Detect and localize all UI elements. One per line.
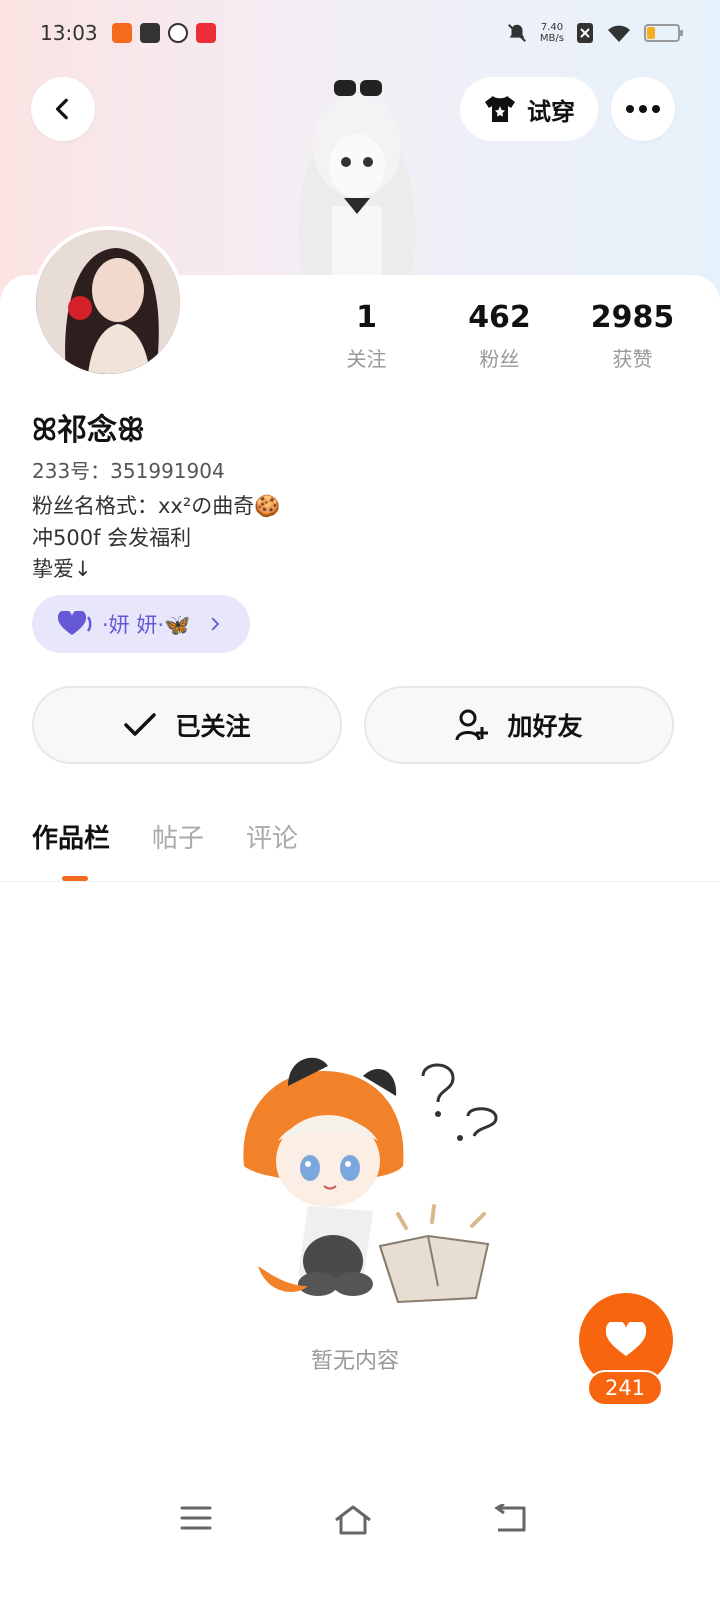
avatar-photo: [36, 230, 180, 374]
more-button[interactable]: [611, 77, 675, 141]
stat-value: 1: [356, 300, 377, 335]
stat-likes[interactable]: 2985 获赞: [566, 300, 699, 372]
chevron-left-icon: [55, 98, 68, 120]
play-icon: [167, 23, 188, 43]
mail-icon: [139, 23, 160, 43]
net-speed-value: 7.40: [540, 22, 564, 33]
check-icon: [124, 713, 157, 736]
bio-line: 冲500f 会发福利: [32, 526, 192, 550]
home-icon[interactable]: [334, 1504, 372, 1536]
heart-icon: [606, 1322, 646, 1356]
back-button[interactable]: [31, 77, 95, 141]
try-on-label: 试穿: [527, 97, 575, 126]
avatar-3d-character: [298, 80, 416, 276]
bio-line: 挚爱↓: [32, 557, 92, 581]
system-nav-bar: [0, 1490, 720, 1560]
battery-level: [647, 27, 655, 39]
try-on-button[interactable]: 试穿: [460, 77, 598, 141]
tshirt-icon: [485, 96, 515, 122]
add-friend-label: 加好友: [507, 712, 583, 741]
net-speed: 7.40 MB/s: [540, 22, 564, 44]
stat-label: 粉丝: [479, 347, 520, 371]
xiaohongshu-icon: [195, 23, 216, 43]
heart-icon: [58, 611, 92, 635]
sim-icon: [577, 23, 593, 43]
empty-state-illustration: [243, 1057, 498, 1304]
following-button[interactable]: 已关注: [32, 686, 342, 764]
stat-following[interactable]: 1 关注: [300, 300, 433, 372]
game233-icon: [111, 23, 132, 43]
like-count-badge: 241: [587, 1370, 663, 1406]
net-speed-unit: MB/s: [539, 33, 564, 44]
stat-value: 462: [468, 300, 531, 335]
nickname: ꕤ祁念ꕥ: [32, 413, 145, 448]
stat-value: 2985: [590, 300, 675, 335]
add-user-icon: [455, 709, 489, 741]
add-friend-button[interactable]: 加好友: [364, 686, 674, 764]
profile-stats: 1 关注 462 粉丝 2985 获赞: [300, 300, 700, 372]
more-icon: [626, 105, 660, 113]
tab-comments[interactable]: 评论: [246, 818, 298, 855]
menu-icon[interactable]: [180, 1504, 212, 1532]
status-time: 13:03: [40, 21, 98, 45]
fan-badge-label: ·妍 妍·🦋: [102, 613, 191, 637]
profile-avatar[interactable]: [32, 226, 184, 378]
user-id[interactable]: 233号：351991904: [32, 455, 225, 484]
stat-label: 获赞: [612, 347, 653, 371]
mute-bell-icon: [507, 24, 526, 42]
fan-club-badge[interactable]: ·妍 妍·🦋: [32, 595, 250, 653]
tab-divider: [0, 881, 720, 882]
tab-posts[interactable]: 帖子: [152, 818, 204, 855]
bio-line: 粉丝名格式：xx²の曲奇🍪: [32, 494, 281, 518]
battery-icon: [644, 24, 683, 42]
chevron-right-icon: [212, 617, 220, 631]
stat-label: 关注: [346, 347, 387, 371]
back-icon[interactable]: [494, 1504, 528, 1534]
tab-works[interactable]: 作品栏: [32, 818, 110, 855]
following-label: 已关注: [175, 712, 251, 741]
status-bar: 13:03 7.40 MB/s: [0, 0, 720, 66]
stat-fans[interactable]: 462 粉丝: [433, 300, 566, 372]
content-tabs: 作品栏 帖子 评论: [32, 818, 298, 855]
wifi-icon: [608, 25, 630, 42]
